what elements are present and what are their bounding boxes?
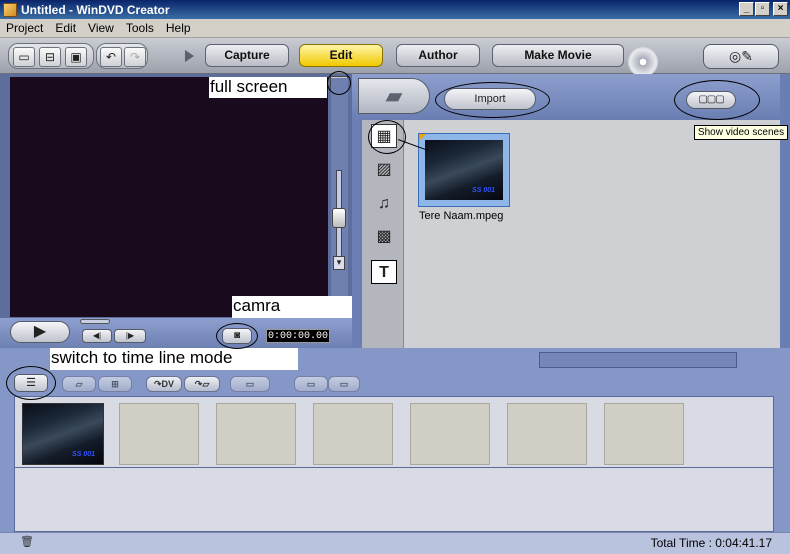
library-left-edge <box>352 120 362 348</box>
storyboard-slot[interactable] <box>604 403 684 465</box>
trash-icon[interactable]: 🗑 <box>20 535 34 548</box>
cut-button[interactable]: ▱ <box>62 376 96 392</box>
timecode-display: 0:00:00.00 <box>266 329 330 343</box>
seek-slider-thumb[interactable] <box>80 319 110 324</box>
folder-icon: ▰ <box>385 83 403 108</box>
speaker-icon: ▾ <box>333 256 345 270</box>
annotation-ellipse-scenes <box>674 80 760 120</box>
annotation-camera: camra <box>232 296 352 318</box>
prev-frame-button[interactable]: ◀| <box>82 329 112 343</box>
menu-bar: Project Edit View Tools Help <box>0 19 790 38</box>
properties-button[interactable]: ▭ <box>230 376 270 392</box>
step-make-movie[interactable]: Make Movie <box>492 44 624 67</box>
undo-icon[interactable]: ↶ <box>100 47 122 67</box>
menu-help[interactable]: Help <box>160 21 197 35</box>
audio-tab-icon[interactable]: ♫ <box>371 192 397 216</box>
total-time: Total Time : 0:04:41.17 <box>650 536 772 550</box>
zoom-out-button[interactable]: ▭ <box>294 376 328 392</box>
storyboard-progress <box>539 352 737 368</box>
storyboard-lower <box>14 468 774 532</box>
library-edge <box>780 74 790 348</box>
clip-thumbnail: SS 001 <box>425 140 503 200</box>
save-project-icon[interactable]: ▣ <box>65 47 87 67</box>
close-button[interactable]: × <box>773 2 788 16</box>
window-title: Untitled - WinDVD Creator <box>21 2 170 17</box>
step-edit[interactable]: Edit <box>299 44 383 67</box>
storyboard-slot[interactable] <box>119 403 199 465</box>
library-clip[interactable]: SS 001 <box>418 133 510 207</box>
step-arrow-icon <box>185 50 194 62</box>
split-button[interactable]: ⊞ <box>98 376 132 392</box>
menu-view[interactable]: View <box>82 21 120 35</box>
transition-tab-icon[interactable]: ▩ <box>371 225 397 249</box>
step-capture[interactable]: Capture <box>205 44 289 67</box>
annotation-timeline: switch to time line mode <box>50 348 298 370</box>
storyboard-slot[interactable] <box>313 403 393 465</box>
file-button-group: ▭ ⊟ ▣ <box>8 43 94 69</box>
zoom-in-button[interactable]: ▭ <box>328 376 360 392</box>
menu-tools[interactable]: Tools <box>120 21 160 35</box>
storyboard-slot[interactable] <box>410 403 490 465</box>
play-button[interactable]: ▶ <box>10 321 70 343</box>
main-toolbar: ▭ ⊟ ▣ ↶ ↷ Capture Edit Author Make Movie… <box>0 38 790 77</box>
annotation-ellipse-video-tab <box>368 120 406 154</box>
volume-thumb[interactable] <box>332 208 346 228</box>
export-tape-button[interactable]: ↷▱ <box>184 376 220 392</box>
scenes-tooltip: Show video scenes <box>694 125 788 140</box>
annotation-ellipse-full-screen <box>327 71 351 95</box>
disc-pen-icon: ◎✎ <box>729 48 753 64</box>
annotation-ellipse-import <box>435 82 550 118</box>
image-tab-icon[interactable]: ▨ <box>371 158 397 182</box>
title-bar: Untitled - WinDVD Creator <box>0 0 790 19</box>
storyboard-clip-tag: SS 001 <box>72 451 95 458</box>
status-bar: 🗑 Total Time : 0:04:41.17 <box>0 532 790 554</box>
clip-thumbnail-tag: SS 001 <box>472 187 495 194</box>
burn-disc-button[interactable]: ◎✎ <box>703 44 779 69</box>
app-icon <box>3 2 17 17</box>
disc-icon <box>628 47 658 77</box>
minimize-button[interactable]: _ <box>739 2 754 16</box>
storyboard-slot[interactable] <box>216 403 296 465</box>
clip-name: Tere Naam.mpeg <box>419 210 504 222</box>
menu-project[interactable]: Project <box>0 21 49 35</box>
annotation-ellipse-timeline <box>6 366 56 400</box>
export-tape-label: ▱ <box>202 379 210 389</box>
history-button-group: ↶ ↷ <box>96 43 148 69</box>
media-type-tabs: ▦ ▨ ♫ ▩ T <box>362 120 404 348</box>
volume-slider[interactable]: ▾ <box>331 78 348 318</box>
next-frame-button[interactable]: |▶ <box>114 329 146 343</box>
redo-icon[interactable]: ↷ <box>124 47 146 67</box>
title-tab-icon[interactable]: T <box>371 260 397 284</box>
open-project-icon[interactable]: ⊟ <box>39 47 61 67</box>
preview-screen <box>10 77 328 317</box>
step-author[interactable]: Author <box>396 44 480 67</box>
storyboard-slot[interactable] <box>507 403 587 465</box>
new-project-icon[interactable]: ▭ <box>13 47 35 67</box>
annotation-full-screen: full screen <box>209 77 327 98</box>
folder-button[interactable]: ▰ <box>358 78 430 114</box>
export-dv-button[interactable]: ↷DV <box>146 376 182 392</box>
annotation-ellipse-camera <box>216 323 258 349</box>
export-dv-label: DV <box>161 379 175 389</box>
maximize-button[interactable]: ▫ <box>755 2 770 16</box>
storyboard-clip-1[interactable]: SS 001 <box>22 403 104 465</box>
menu-edit[interactable]: Edit <box>49 21 82 35</box>
